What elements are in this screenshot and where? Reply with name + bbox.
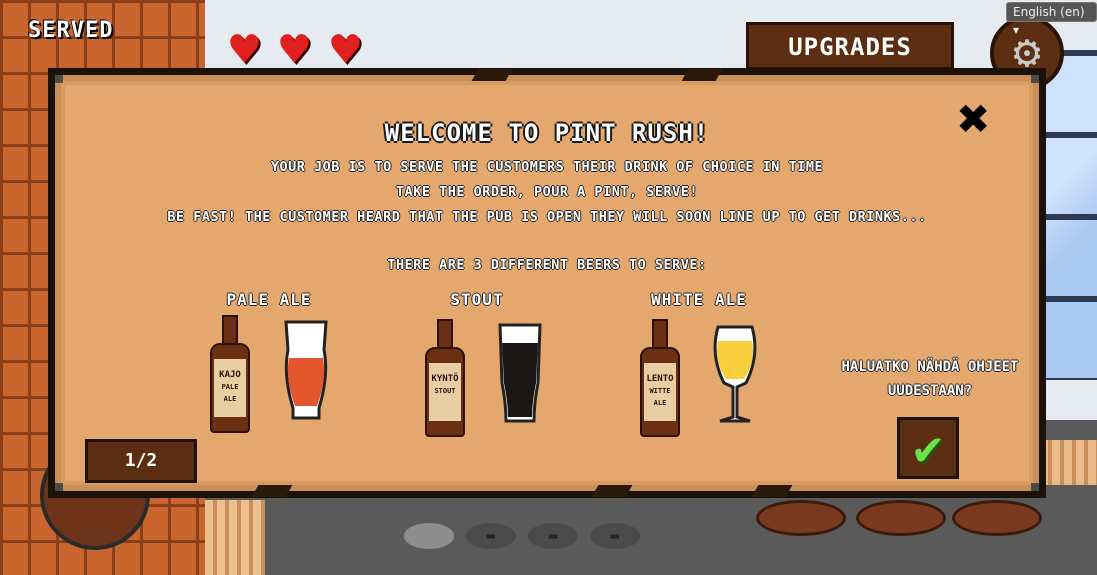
beer-name-stout: STOUT — [450, 290, 504, 309]
parchment-tear — [471, 69, 513, 81]
bottle-icon: KYNTÖ STOUT — [425, 319, 465, 437]
barrel — [756, 500, 846, 536]
barrel — [952, 500, 1042, 536]
upgrades-button[interactable]: UPGRADES — [746, 22, 954, 70]
lock-icon: ▬ — [590, 523, 640, 549]
nail — [1031, 483, 1039, 491]
dialog-title: WELCOME TO PINT RUSH! — [384, 119, 710, 147]
instruction-line: BE FAST! THE CUSTOMER HEARD THAT THE PUB… — [167, 209, 927, 225]
barrel — [856, 500, 946, 536]
pint-glass-icon — [284, 320, 328, 420]
checkmark-icon[interactable]: ✔ — [897, 417, 959, 479]
bottle-label: KYNTÖ — [431, 374, 459, 384]
bottle-sublabel: STOUT — [434, 387, 456, 395]
parchment-tear — [751, 485, 793, 497]
bar-counter — [1040, 440, 1097, 485]
parchment-tear — [591, 485, 633, 497]
beer-name-pale-ale: PALE ALE — [226, 290, 312, 309]
bottle-icon: KAJO PALE ALE — [210, 315, 250, 433]
parchment-tear — [251, 485, 293, 497]
instruction-line: YOUR JOB IS TO SERVE THE CUSTOMERS THEIR… — [270, 159, 824, 175]
page-indicator: 1/2 — [85, 439, 197, 483]
lock-icon: ▬ — [528, 523, 578, 549]
tutorial-dialog: WELCOME TO PINT RUSH! ✖ YOUR JOB IS TO S… — [48, 68, 1046, 498]
page-dot — [404, 523, 454, 549]
window — [1040, 50, 1097, 380]
tulip-glass-icon — [713, 325, 757, 423]
heart-icon: ♥ — [230, 22, 259, 78]
beer-name-white-ale: WHITE ALE — [651, 290, 747, 309]
bottle-sublabel: WITTE ALE — [649, 387, 671, 407]
wood-panel — [205, 500, 265, 575]
nail — [1031, 75, 1039, 83]
bottle-icon: LENTO WITTE ALE — [640, 319, 680, 437]
lock-icon: ▬ — [466, 523, 516, 549]
served-label: SERVED — [28, 18, 114, 43]
language-select[interactable]: English (en) ▾ — [1006, 2, 1097, 37]
heart-icon: ♥ — [331, 22, 360, 78]
bottle-sublabel: PALE ALE — [221, 383, 239, 403]
bottle-label: KAJO — [219, 370, 241, 380]
beers-intro: THERE ARE 3 DIFFERENT BEERS TO SERVE: — [387, 257, 707, 273]
nail — [55, 75, 63, 83]
pint-glass-icon — [498, 323, 542, 423]
page-dots: ▬ ▬ ▬ — [404, 523, 640, 549]
close-icon[interactable]: ✖ — [950, 92, 998, 146]
parchment-tear — [681, 69, 723, 81]
bottle-label: LENTO — [646, 374, 674, 384]
heart-icon: ♥ — [280, 22, 309, 78]
instruction-line: TAKE THE ORDER, POUR A PINT, SERVE! — [396, 184, 698, 200]
nail — [55, 483, 63, 491]
replay-question: HALUATKO NÄHDÄ OHJEET UUDESTAAN? — [841, 359, 1019, 399]
